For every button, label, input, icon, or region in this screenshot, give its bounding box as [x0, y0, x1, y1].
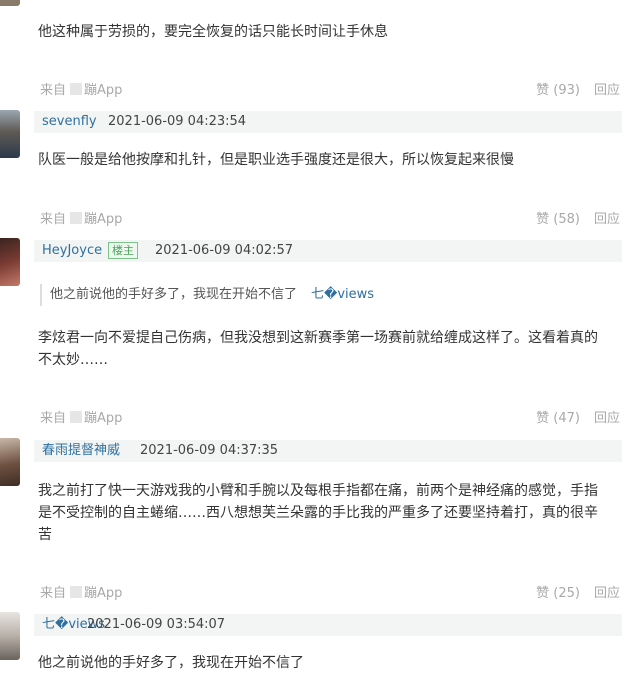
comment-source: 来自 蹦App: [40, 208, 122, 232]
comment-timestamp: 2021-06-09 04:02:57: [155, 243, 294, 258]
username-link[interactable]: 春雨提督神威: [42, 440, 120, 462]
app-logo-icon: [70, 83, 83, 95]
comment-meta: 来自 蹦App 赞 (58) 回应: [0, 208, 640, 232]
like-button[interactable]: 赞 (47): [536, 411, 580, 426]
source-label: 来自: [40, 212, 67, 227]
comment-timestamp: 2021-06-09 04:37:35: [140, 443, 279, 458]
comment-text: 队医一般是给他按摩和扎针，但是职业选手强度还是很大，所以恢复起来很慢: [38, 152, 514, 168]
comment-source: 来自 蹦App: [40, 79, 122, 103]
reply-button[interactable]: 回应: [594, 212, 620, 227]
comment-source: 来自 蹦App: [40, 582, 122, 606]
source-app: 蹦App: [84, 83, 123, 98]
source-label: 来自: [40, 83, 67, 98]
comment-actions: 赞 (58) 回应: [522, 208, 620, 232]
reply-button[interactable]: 回应: [594, 83, 620, 98]
op-badge: 楼主: [108, 242, 138, 259]
source-label: 来自: [40, 411, 67, 426]
comment-text-line: 不太妙……: [38, 352, 108, 368]
comment-actions: 赞 (25) 回应: [522, 582, 620, 606]
source-app: 蹦App: [84, 411, 123, 426]
comment-text-line: 李炫君一向不爱提自己伤病，但我没想到这新赛季第一场赛前就给缠成这样了。这看着真的: [38, 330, 598, 346]
quoted-comment: 他之前说他的手好多了，我现在开始不信了 七�views: [40, 284, 610, 306]
app-logo-icon: [70, 212, 83, 224]
comment-header: sevenfly 2021-06-09 04:23:54: [34, 111, 622, 133]
avatar[interactable]: [0, 438, 20, 486]
comment-header: HeyJoyce 楼主 2021-06-09 04:02:57: [34, 240, 622, 262]
avatar[interactable]: [0, 612, 20, 660]
source-app: 蹦App: [84, 212, 123, 227]
comment-text-line: 我之前打了快一天游戏我的小臂和手腕以及每根手指都在痛，前两个是神经痛的感觉，手指: [38, 483, 598, 499]
comment-text-line: 是不受控制的自主蜷缩……西八想想芙兰朵露的手比我的严重多了还要坚持着打，真的很辛: [38, 505, 598, 521]
comment-text-line: 苦: [38, 527, 52, 543]
like-button[interactable]: 赞 (58): [536, 212, 580, 227]
avatar[interactable]: [0, 110, 20, 158]
reply-button[interactable]: 回应: [594, 411, 620, 426]
reply-button[interactable]: 回应: [594, 586, 620, 601]
quote-author-link[interactable]: 七�views: [311, 287, 374, 302]
comment-timestamp: 2021-06-09 04:23:54: [108, 114, 247, 129]
username-link[interactable]: sevenfly: [42, 111, 97, 133]
comment-actions: 赞 (47) 回应: [522, 407, 620, 431]
source-app: 蹦App: [84, 586, 123, 601]
comment-source: 来自 蹦App: [40, 407, 122, 431]
comment-text: 他这种属于劳损的，要完全恢复的话只能长时间让手休息: [38, 24, 388, 40]
like-button[interactable]: 赞 (93): [536, 83, 580, 98]
quote-text: 他之前说他的手好多了，我现在开始不信了: [50, 287, 298, 302]
comment-actions: 赞 (93) 回应: [522, 79, 620, 103]
like-button[interactable]: 赞 (25): [536, 586, 580, 601]
comment-meta: 来自 蹦App 赞 (47) 回应: [0, 407, 640, 431]
source-label: 来自: [40, 586, 67, 601]
comment-header: 春雨提督神威 2021-06-09 04:37:35: [34, 440, 622, 462]
username-link[interactable]: HeyJoyce: [42, 240, 102, 262]
comment-meta: 来自 蹦App 赞 (25) 回应: [0, 582, 640, 606]
comment-header: 七�views 2021-06-09 03:54:07: [34, 614, 622, 636]
avatar[interactable]: [0, 0, 20, 6]
comment-meta: 来自 蹦App 赞 (93) 回应: [0, 79, 640, 103]
app-logo-icon: [70, 411, 83, 423]
app-logo-icon: [70, 586, 83, 598]
comment-timestamp: 2021-06-09 03:54:07: [87, 617, 226, 632]
comment-text: 他之前说他的手好多了，我现在开始不信了: [38, 655, 304, 671]
avatar[interactable]: [0, 238, 20, 286]
